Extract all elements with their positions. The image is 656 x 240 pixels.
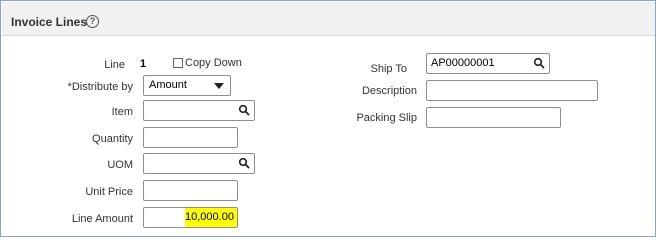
unit-price-input[interactable] (143, 180, 238, 201)
line-number: 1 (140, 58, 147, 70)
invoice-lines-panel: Invoice Lines ? Line 1 Copy Down *Distri… (0, 0, 656, 237)
section-title: Invoice Lines (11, 15, 88, 29)
search-icon[interactable] (238, 104, 250, 116)
quantity-input[interactable] (143, 127, 238, 148)
search-icon[interactable] (238, 157, 250, 169)
line-amount-input[interactable]: 10,000.00 (143, 207, 238, 228)
line-label: Line (104, 59, 125, 71)
item-label: Item (111, 106, 133, 118)
ship-to-input[interactable]: AP00000001 (426, 53, 550, 74)
distribute-by-value: Amount (149, 79, 187, 91)
ship-to-label: Ship To (370, 63, 408, 75)
distribute-by-label: *Distribute by (67, 81, 133, 93)
unit-price-label: Unit Price (85, 186, 133, 198)
help-icon[interactable]: ? (86, 15, 99, 28)
quantity-label: Quantity (92, 133, 133, 145)
line-amount-value: 10,000.00 (185, 208, 237, 227)
copy-down-label: Copy Down (185, 57, 242, 69)
section-header: Invoice Lines ? (2, 2, 655, 36)
uom-label: UOM (107, 159, 133, 171)
copy-down-checkbox[interactable] (173, 58, 183, 68)
ship-to-value: AP00000001 (431, 57, 495, 69)
search-icon[interactable] (533, 57, 545, 69)
packing-slip-input[interactable] (426, 107, 561, 128)
description-label: Description (361, 85, 417, 97)
description-input[interactable] (426, 80, 598, 101)
chevron-down-icon (214, 83, 224, 89)
distribute-by-select[interactable]: Amount (143, 75, 231, 96)
line-amount-label: Line Amount (71, 213, 133, 225)
packing-slip-label: Packing Slip (356, 112, 417, 124)
